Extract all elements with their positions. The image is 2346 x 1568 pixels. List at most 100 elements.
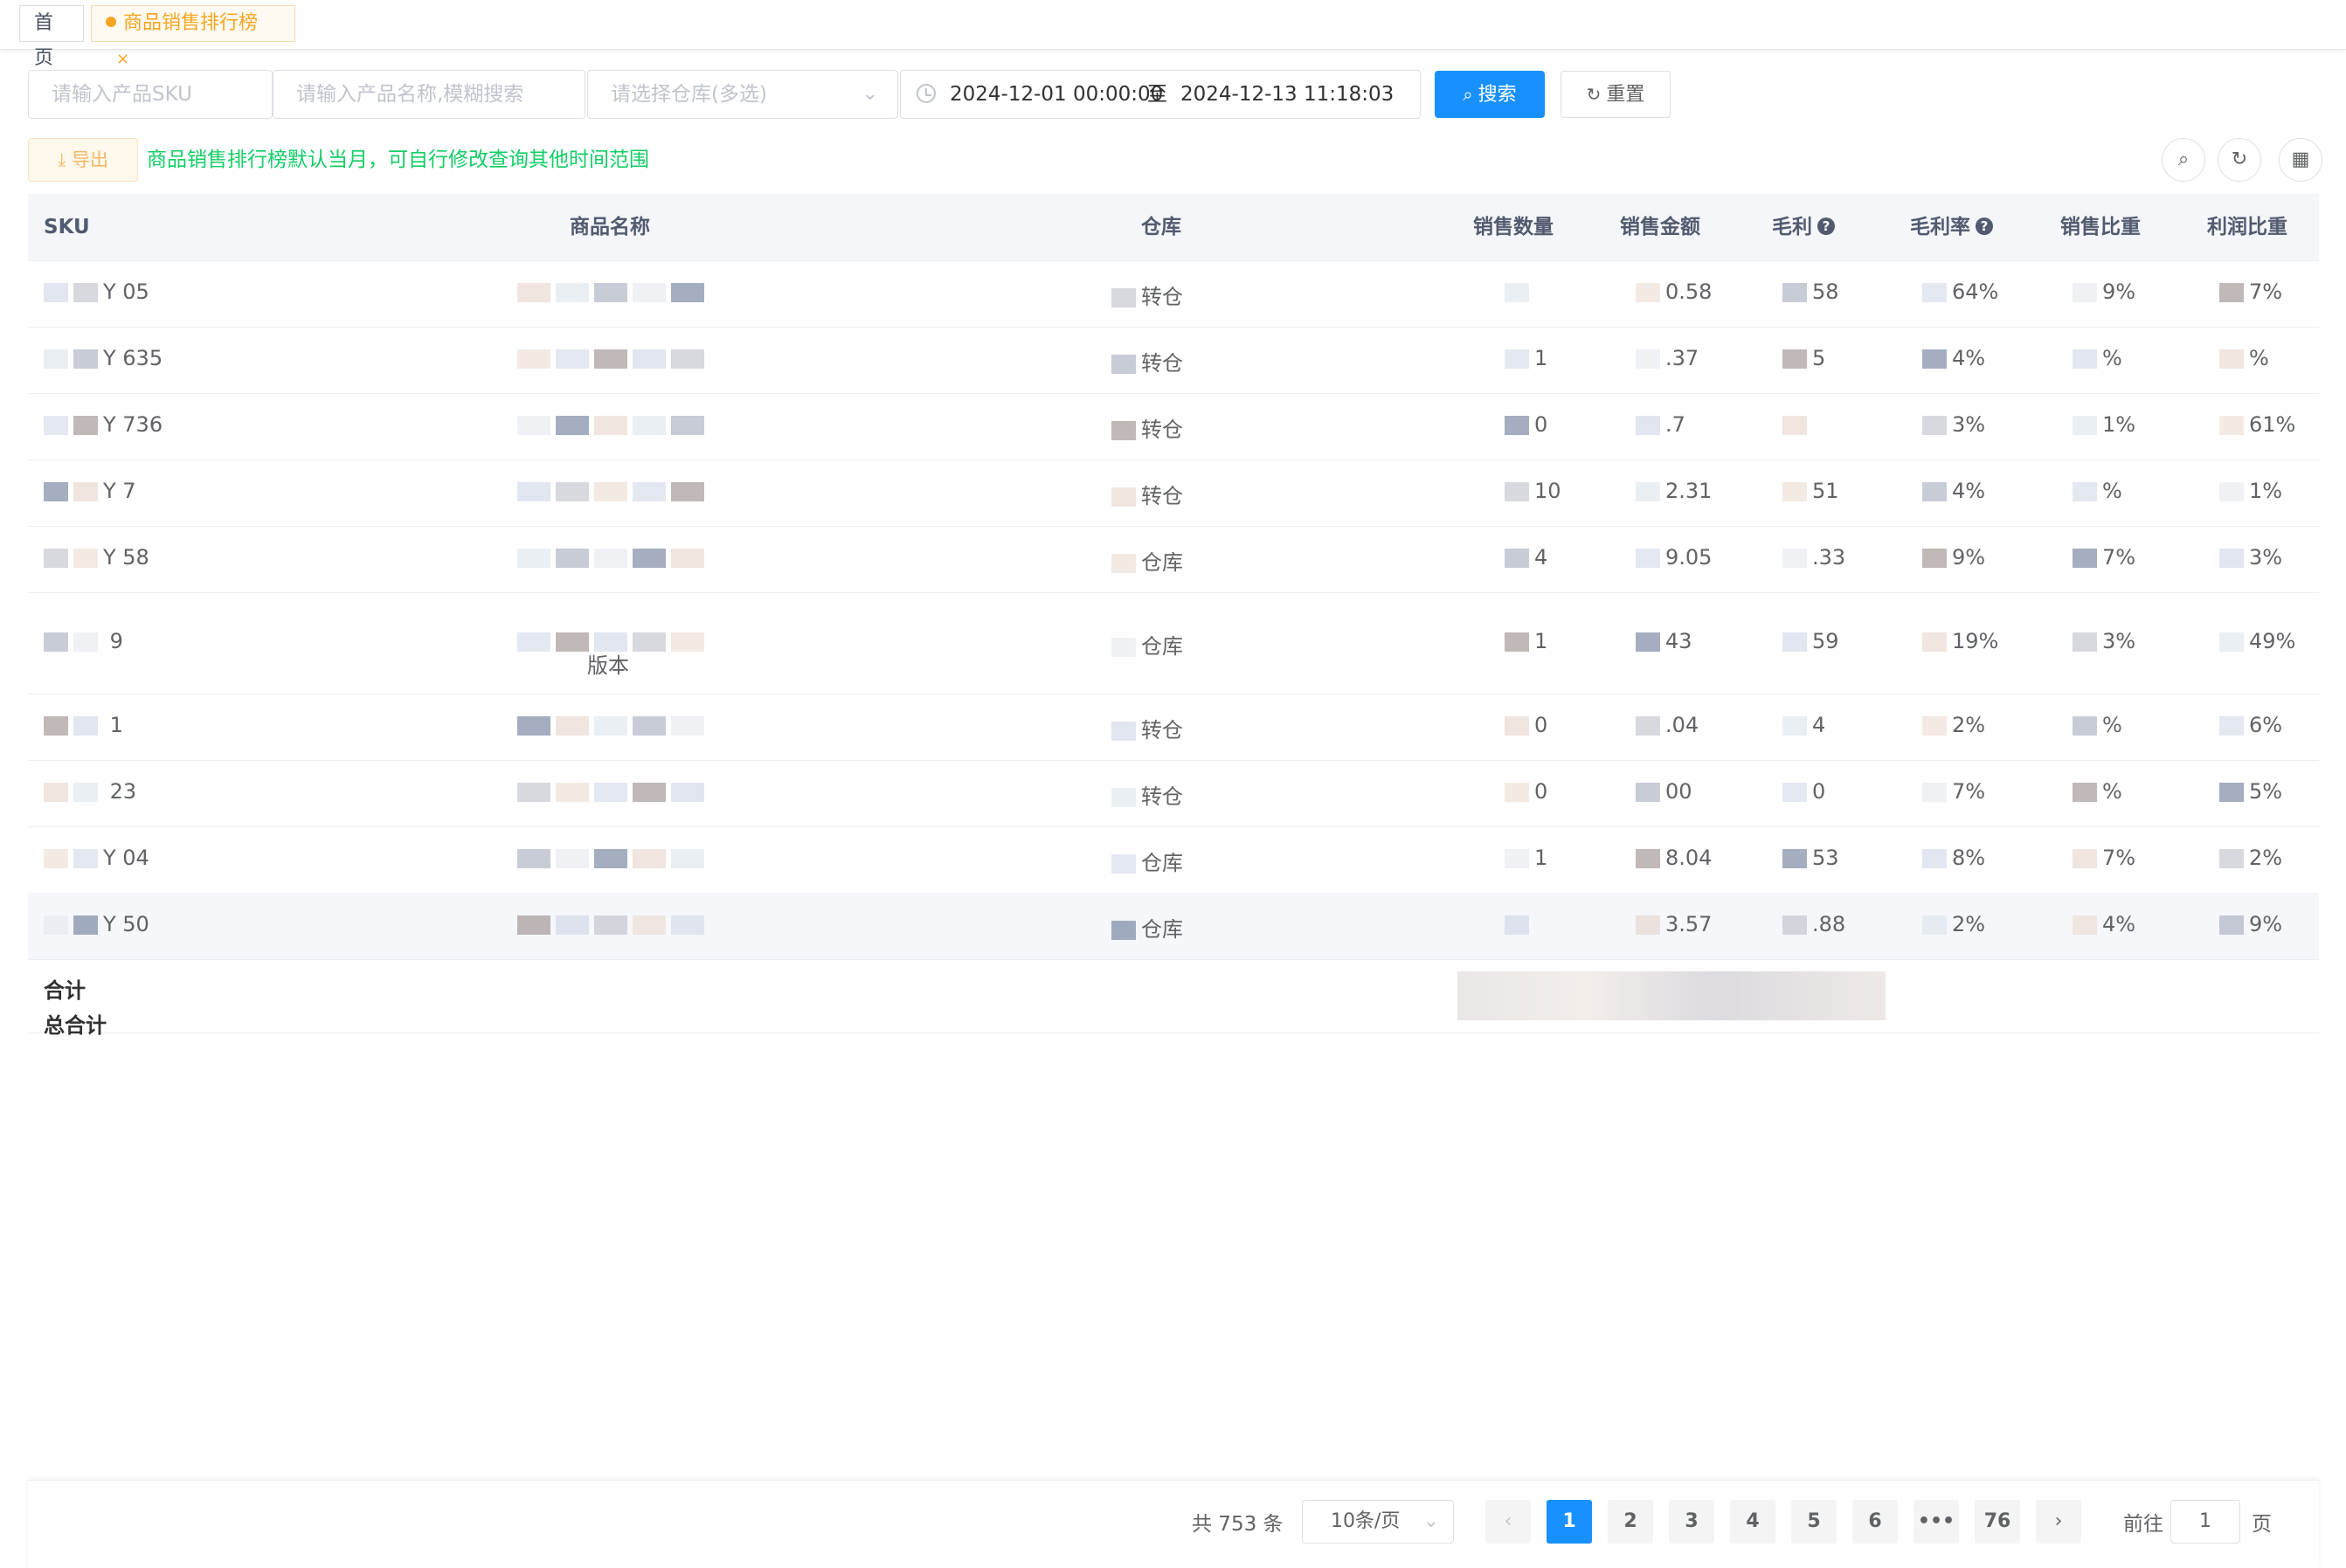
- page-size-select[interactable]: 10条/页 ⌄: [1302, 1500, 1454, 1544]
- header-sales-share[interactable]: 销售比重: [2060, 194, 2141, 260]
- redacted-block: [633, 482, 666, 501]
- close-icon[interactable]: ×: [116, 50, 129, 68]
- cell-margin-rate-text: 2%: [1952, 912, 1986, 936]
- page-button[interactable]: 4: [1730, 1500, 1775, 1544]
- next-page-button[interactable]: ›: [2036, 1500, 2081, 1544]
- cell-product-name: [517, 346, 709, 370]
- page-button[interactable]: 1: [1547, 1500, 1592, 1544]
- cell-sales-amount-text: .37: [1665, 346, 1699, 370]
- tab-sales-ranking[interactable]: 商品销售排行榜 ×: [91, 5, 295, 68]
- cell-sales-share-text: %: [2102, 779, 2122, 804]
- date-range-picker[interactable]: 2024-12-01 00:00:00 至 2024-12-13 11:18:0…: [900, 70, 1421, 119]
- table-row[interactable]: Y 04 仓库 1 8.04 53 8% 7% 2%: [28, 826, 2319, 894]
- header-warehouse[interactable]: 仓库: [1141, 194, 1181, 260]
- redacted-block: [1111, 421, 1136, 440]
- cell-profit-share: %: [2219, 346, 2269, 370]
- redacted-block: [2073, 632, 2097, 652]
- redacted-block: [594, 915, 627, 935]
- table-row[interactable]: 9 版本 仓库 1 43 59 19% 3% 49%: [28, 592, 2319, 694]
- page-button[interactable]: 2: [1608, 1500, 1653, 1544]
- redacted-block: [2073, 549, 2097, 568]
- tab-home[interactable]: 首页: [19, 5, 84, 69]
- warehouse-select[interactable]: 请选择仓库(多选) ⌄: [587, 70, 898, 119]
- table-row[interactable]: Y 58 仓库 4 9.05 .33 9% 7% 3%: [28, 526, 2319, 593]
- cell-sales-share-text: 7%: [2102, 846, 2136, 870]
- header-profit-share[interactable]: 利润比重: [2207, 194, 2287, 260]
- sku-input-field[interactable]: [52, 71, 272, 118]
- page-button[interactable]: 3: [1669, 1500, 1714, 1544]
- redacted-block: [671, 283, 704, 302]
- cell-sku: Y 50: [44, 912, 149, 936]
- cell-sales-qty: 4: [1505, 545, 1547, 570]
- search-button-label: 搜索: [1477, 84, 1517, 106]
- tab-home-label: 首页: [34, 12, 54, 69]
- more-pages-button[interactable]: •••: [1913, 1500, 1959, 1544]
- table-row[interactable]: 23 转仓 0 00 0 7%% 5%: [28, 760, 2319, 827]
- redacted-block: [1111, 487, 1136, 507]
- cell-sku-text: 1: [103, 713, 123, 737]
- download-icon: ⤓: [58, 149, 66, 170]
- help-icon[interactable]: ?: [1817, 217, 1835, 235]
- table-row[interactable]: Y 7 转仓 10 2.31 51 4%% 1%: [28, 459, 2319, 527]
- redacted-block: [671, 416, 704, 435]
- cell-sales-qty: [1505, 912, 1534, 936]
- redacted-block: [594, 349, 627, 369]
- cell-sales-qty-text: 0: [1534, 412, 1548, 437]
- redacted-block: [2219, 915, 2244, 935]
- header-sales-qty[interactable]: 销售数量: [1473, 194, 1554, 260]
- redacted-block: [671, 549, 704, 568]
- cell-profit-share-text: 1%: [2249, 479, 2283, 503]
- refresh-button[interactable]: ↻: [2218, 138, 2261, 182]
- cell-sales-amount-text: 8.04: [1665, 846, 1713, 870]
- export-button-label: 导出: [71, 149, 108, 170]
- cell-gross-profit-text: 59: [1812, 629, 1839, 653]
- search-button[interactable]: ⌕ 搜索: [1435, 71, 1545, 118]
- cell-sku: Y 7: [44, 479, 136, 503]
- header-margin-rate[interactable]: 毛利率?: [1910, 194, 1993, 260]
- redacted-block: [2219, 632, 2244, 652]
- redacted-block: [73, 283, 98, 302]
- cell-margin-rate: 4%: [1922, 346, 1985, 370]
- cell-sales-qty: 10: [1505, 479, 1561, 503]
- table-row[interactable]: Y 635 转仓 1 .37 5 4%%%: [28, 327, 2319, 394]
- sku-input[interactable]: [28, 70, 273, 119]
- redacted-block: [73, 482, 98, 501]
- summary-values-redacted: [1457, 971, 1886, 1020]
- redacted-block: [2073, 915, 2097, 935]
- cell-sales-amount-text: 43: [1665, 629, 1692, 653]
- cell-product-name-line2: 版本: [587, 653, 629, 678]
- help-icon[interactable]: ?: [1976, 217, 1993, 235]
- goto-page-input[interactable]: 1: [2170, 1500, 2240, 1544]
- header-product-name[interactable]: 商品名称: [570, 194, 650, 260]
- page-button[interactable]: 5: [1791, 1500, 1837, 1544]
- cell-gross-profit: 0: [1782, 779, 1825, 804]
- export-button[interactable]: ⤓ 导出: [28, 138, 138, 182]
- search-toggle-button[interactable]: ⌕: [2162, 138, 2205, 182]
- page-button[interactable]: 6: [1852, 1500, 1898, 1544]
- cell-profit-share: 1%: [2219, 479, 2282, 503]
- cell-sales-amount: 3.57: [1636, 912, 1712, 936]
- header-sales-amount[interactable]: 销售金额: [1620, 194, 1700, 260]
- table-row[interactable]: Y 50 仓库 3.57 .88 2% 4% 9%: [28, 893, 2319, 960]
- prev-page-button[interactable]: ‹: [1485, 1500, 1531, 1544]
- cell-margin-rate: 9%: [1922, 545, 1985, 570]
- product-name-input[interactable]: [273, 70, 585, 119]
- page-button[interactable]: 76: [1975, 1500, 2020, 1544]
- redacted-block: [2073, 716, 2097, 736]
- table-row[interactable]: Y 736 转仓 0 .7 3% 1% 61%: [28, 393, 2319, 460]
- columns-button[interactable]: ▦: [2279, 138, 2322, 182]
- date-end[interactable]: 2024-12-13 11:18:03: [1180, 71, 1394, 118]
- date-start[interactable]: 2024-12-01 00:00:00: [950, 71, 1163, 118]
- reset-button[interactable]: ↻ 重置: [1561, 71, 1671, 118]
- cell-sales-share-text: %: [2102, 479, 2122, 503]
- table-row[interactable]: Y 05 转仓 0.58 58 64% 9% 7%: [28, 260, 2319, 328]
- range-hint: 商品销售排行榜默认当月，可自行修改查询其他时间范围: [147, 149, 649, 171]
- header-sku[interactable]: SKU: [44, 194, 90, 260]
- cell-margin-rate-text: 3%: [1952, 412, 1986, 437]
- table-row[interactable]: 1 转仓 0 .04 4 2%% 6%: [28, 694, 2319, 761]
- cell-profit-share-text: 61%: [2249, 412, 2296, 437]
- header-gross-profit[interactable]: 毛利?: [1772, 194, 1835, 260]
- product-name-field[interactable]: [296, 71, 585, 118]
- cell-margin-rate: 19%: [1922, 629, 1998, 653]
- cell-profit-share: 61%: [2219, 412, 2295, 437]
